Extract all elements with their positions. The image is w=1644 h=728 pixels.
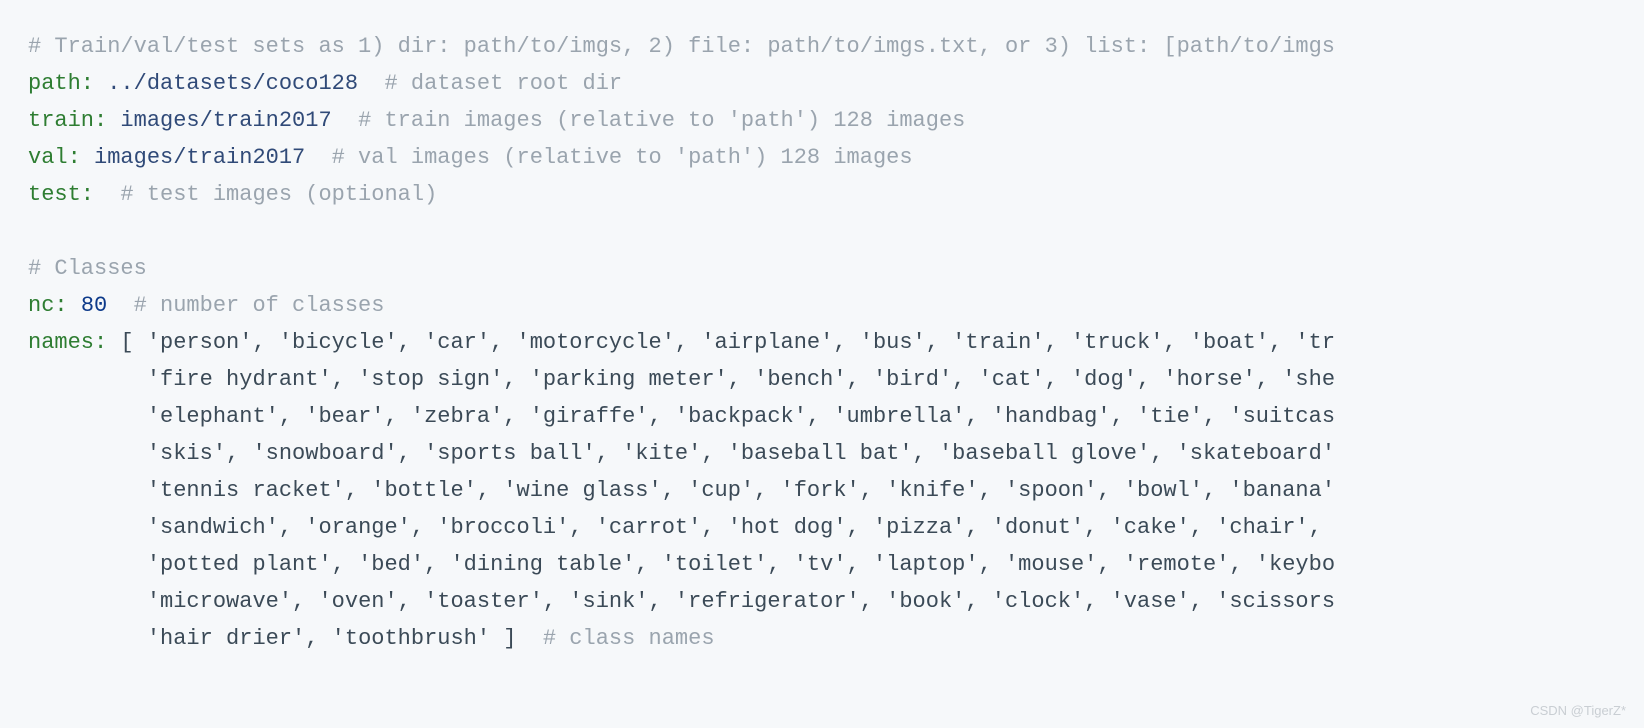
names-close-bracket: ] [503,626,516,651]
value-nc: 80 [81,293,107,318]
value-train: images/train2017 [120,108,331,133]
key-test: test: [28,182,94,207]
key-nc: nc: [28,293,68,318]
yaml-code-block: # Train/val/test sets as 1) dir: path/to… [0,0,1644,657]
comment-nc: # number of classes [134,293,385,318]
comment-val: # val images (relative to 'path') 128 im… [332,145,913,170]
names-row-9: 'hair drier', 'toothbrush' [147,626,503,651]
names-row-4: 'skis', 'snowboard', 'sports ball', 'kit… [147,441,1335,466]
key-path: path: [28,71,94,96]
comment-test: # test images (optional) [120,182,437,207]
value-path: ../datasets/coco128 [107,71,358,96]
names-row-7: 'potted plant', 'bed', 'dining table', '… [147,552,1335,577]
names-row-6: 'sandwich', 'orange', 'broccoli', 'carro… [147,515,1335,540]
watermark-text: CSDN @TigerZ* [1530,703,1626,718]
key-val: val: [28,145,81,170]
names-row-8: 'microwave', 'oven', 'toaster', 'sink', … [147,589,1335,614]
names-row-3: 'elephant', 'bear', 'zebra', 'giraffe', … [147,404,1335,429]
comment-train: # train images (relative to 'path') 128 … [358,108,965,133]
names-row-5: 'tennis racket', 'bottle', 'wine glass',… [147,478,1335,503]
comment-header: # Train/val/test sets as 1) dir: path/to… [28,34,1335,59]
value-val: images/train2017 [94,145,305,170]
comment-path: # dataset root dir [384,71,622,96]
names-open-bracket: [ [120,330,133,355]
comment-class-names: # class names [543,626,715,651]
names-row-2: 'fire hydrant', 'stop sign', 'parking me… [147,367,1335,392]
key-names: names: [28,330,107,355]
names-row-1: 'person', 'bicycle', 'car', 'motorcycle'… [147,330,1335,355]
key-train: train: [28,108,107,133]
comment-classes-header: # Classes [28,256,147,281]
